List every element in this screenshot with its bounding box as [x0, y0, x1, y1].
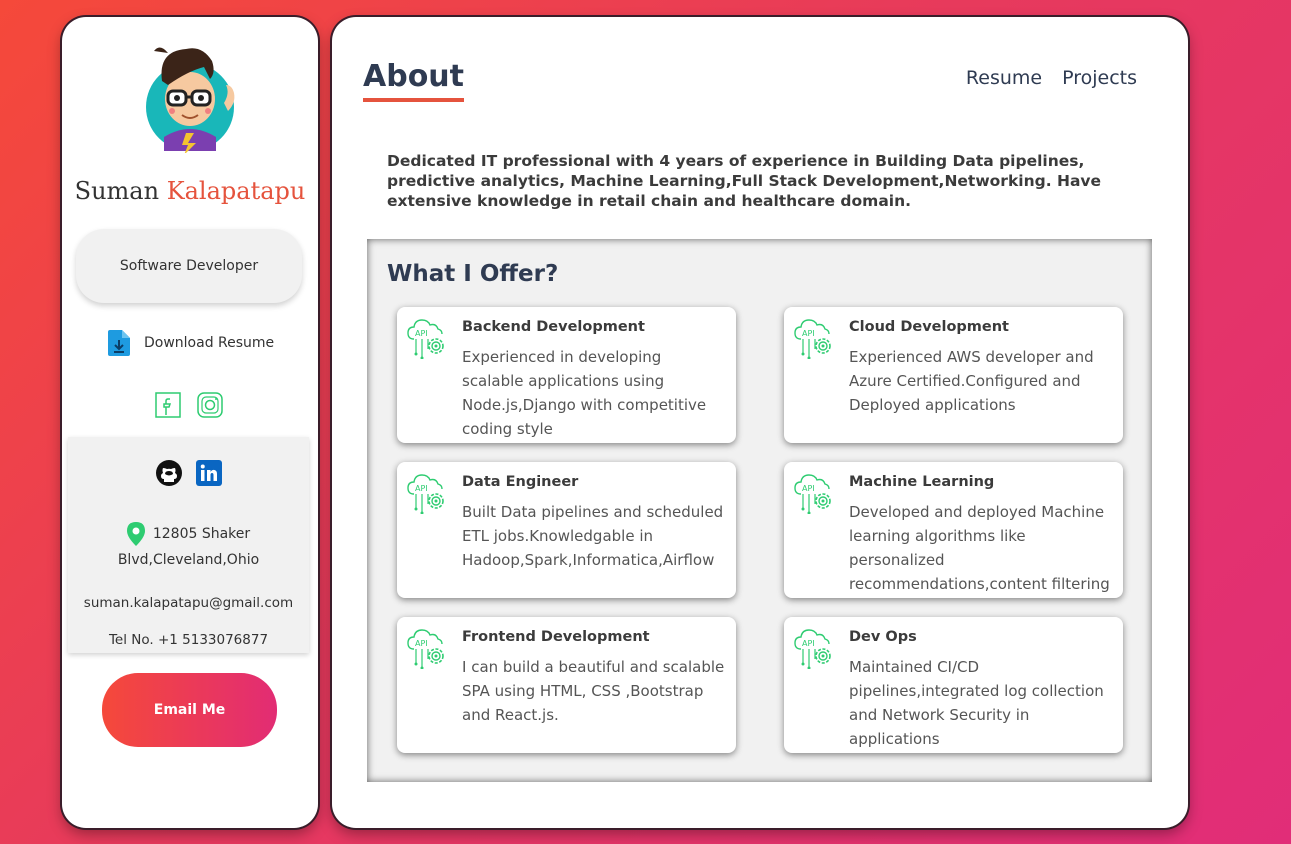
- facebook-icon[interactable]: [155, 392, 181, 418]
- email-address: suman.kalapatapu@gmail.com: [83, 595, 294, 611]
- page-title: About: [363, 59, 465, 102]
- offer-section: What I Offer? API Backend Development Ex…: [367, 239, 1152, 782]
- svg-text:API: API: [415, 329, 428, 338]
- service-description: Experienced AWS developer and Azure Cert…: [849, 348, 1094, 414]
- service-description: I can build a beautiful and scalable SPA…: [462, 658, 725, 724]
- service-title: Frontend Development: [462, 629, 650, 645]
- avatar: [146, 47, 235, 153]
- main-panel: About Resume Projects Dedicated IT profe…: [332, 17, 1188, 828]
- file-download-icon: [108, 330, 130, 356]
- profile-sidebar: Suman Kalapatapu Software Developer Down…: [62, 17, 318, 828]
- api-gear-icon: API: [407, 474, 444, 514]
- service-description: Experienced in developing scalable appli…: [462, 348, 707, 438]
- contact-panel: 12805 Shaker Blvd,Cleveland,Ohio suman.k…: [68, 437, 309, 653]
- role-badge: Software Developer: [76, 229, 302, 303]
- offer-title: What I Offer?: [387, 261, 559, 287]
- nav-link-resume[interactable]: Resume: [966, 67, 1042, 89]
- api-gear-icon: API: [407, 629, 444, 669]
- address: 12805 Shaker Blvd,Cleveland,Ohio: [78, 521, 299, 573]
- last-name: Kalapatapu: [166, 177, 306, 205]
- service-description: Built Data pipelines and scheduled ETL j…: [462, 503, 724, 569]
- service-card: API Backend Development Experienced in d…: [397, 307, 736, 443]
- download-resume-link[interactable]: Download Resume: [108, 329, 278, 357]
- intro-text: Dedicated IT professional with 4 years o…: [387, 152, 1102, 210]
- profile-name: Suman Kalapatapu: [62, 177, 318, 205]
- service-card: API Data Engineer Built Data pipelines a…: [397, 462, 736, 598]
- service-card: API Machine Learning Developed and deplo…: [784, 462, 1123, 598]
- social-links-top: [155, 392, 223, 418]
- first-name: Suman: [74, 177, 160, 205]
- nav-link-projects[interactable]: Projects: [1062, 67, 1137, 89]
- top-nav: Resume Projects: [966, 67, 1137, 89]
- role-text: Software Developer: [119, 258, 259, 274]
- linkedin-icon[interactable]: [196, 460, 222, 486]
- download-resume-label: Download Resume: [144, 335, 275, 351]
- api-gear-icon: API: [794, 474, 831, 514]
- service-description: Developed and deployed Machine learning …: [849, 503, 1110, 593]
- svg-text:API: API: [802, 329, 815, 338]
- service-title: Backend Development: [462, 319, 645, 335]
- location-pin-icon: [126, 522, 145, 546]
- service-title: Dev Ops: [849, 629, 917, 645]
- api-gear-icon: API: [794, 629, 831, 669]
- instagram-icon[interactable]: [197, 392, 223, 418]
- social-links-main: [156, 460, 222, 486]
- svg-text:API: API: [802, 639, 815, 648]
- service-card: API Cloud Development Experienced AWS de…: [784, 307, 1123, 443]
- service-description: Maintained CI/CD pipelines,integrated lo…: [849, 658, 1104, 748]
- email-me-button[interactable]: Email Me: [102, 673, 277, 747]
- service-title: Data Engineer: [462, 474, 579, 490]
- svg-text:API: API: [415, 484, 428, 493]
- service-title: Machine Learning: [849, 474, 995, 490]
- svg-text:API: API: [802, 484, 815, 493]
- service-card: API Frontend Development I can build a b…: [397, 617, 736, 753]
- api-gear-icon: API: [794, 319, 831, 359]
- phone-number: Tel No. +1 5133076877: [108, 632, 269, 648]
- service-title: Cloud Development: [849, 319, 1009, 335]
- github-icon[interactable]: [156, 460, 182, 486]
- svg-text:API: API: [415, 639, 428, 648]
- api-gear-icon: API: [407, 319, 444, 359]
- service-card: API Dev Ops Maintained CI/CD pipelines,i…: [784, 617, 1123, 753]
